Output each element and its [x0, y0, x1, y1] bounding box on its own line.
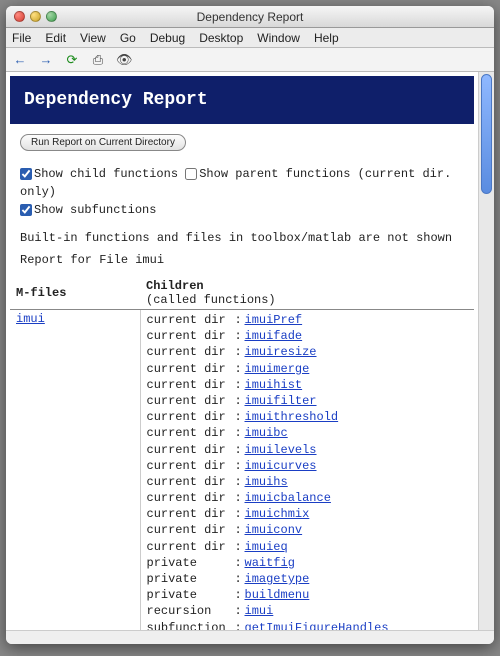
child-function-link[interactable]: imuicurves	[245, 459, 317, 473]
show-child-option[interactable]: Show child functions	[20, 167, 178, 181]
child-row: current dir:imuieq	[147, 539, 469, 555]
child-row: current dir:imuithreshold	[147, 409, 469, 425]
table-row: imui current dir:imuiPrefcurrent dir:imu…	[10, 310, 474, 631]
child-scope: current dir	[147, 361, 235, 377]
show-sub-checkbox[interactable]	[20, 204, 32, 216]
scrollbar-thumb[interactable]	[481, 74, 492, 194]
child-scope: current dir	[147, 393, 235, 409]
show-parent-checkbox[interactable]	[185, 168, 197, 180]
col-mfiles: M-files	[10, 277, 140, 310]
child-function-link[interactable]: imui	[245, 604, 274, 618]
child-function-link[interactable]: buildmenu	[245, 588, 310, 602]
child-scope: private	[147, 587, 235, 603]
menu-desktop[interactable]: Desktop	[199, 31, 243, 45]
menu-edit[interactable]: Edit	[45, 31, 66, 45]
menu-help[interactable]: Help	[314, 31, 339, 45]
child-row: current dir:imuihs	[147, 474, 469, 490]
content-area: Dependency Report Run Report on Current …	[6, 72, 478, 630]
report-for-text: Report for File imui	[6, 249, 478, 271]
find-icon[interactable]: 👁	[116, 52, 132, 68]
child-scope: current dir	[147, 409, 235, 425]
menu-go[interactable]: Go	[120, 31, 136, 45]
note-text: Built-in functions and files in toolbox/…	[6, 227, 478, 249]
statusbar	[6, 630, 494, 644]
child-row: private:buildmenu	[147, 587, 469, 603]
child-scope: current dir	[147, 425, 235, 441]
child-scope: recursion	[147, 603, 235, 619]
child-scope: current dir	[147, 328, 235, 344]
menu-view[interactable]: View	[80, 31, 106, 45]
child-scope: current dir	[147, 539, 235, 555]
page-title: Dependency Report	[10, 76, 474, 124]
child-function-link[interactable]: imuieq	[245, 540, 288, 554]
app-window: Dependency Report File Edit View Go Debu…	[6, 6, 494, 644]
child-row: current dir:imuiPref	[147, 312, 469, 328]
mfile-link[interactable]: imui	[16, 312, 45, 326]
child-row: private:imagetype	[147, 571, 469, 587]
child-scope: private	[147, 571, 235, 587]
child-scope: current dir	[147, 312, 235, 328]
child-function-link[interactable]: imuichmix	[245, 507, 310, 521]
child-function-link[interactable]: imuihs	[245, 475, 288, 489]
child-row: current dir:imuifilter	[147, 393, 469, 409]
child-function-link[interactable]: imuibc	[245, 426, 288, 440]
child-row: current dir:imuifade	[147, 328, 469, 344]
show-child-checkbox[interactable]	[20, 168, 32, 180]
dependency-table: M-files Children(called functions) imui …	[10, 277, 474, 630]
child-function-link[interactable]: imuifade	[245, 329, 303, 343]
print-icon[interactable]: ⎙	[90, 52, 106, 68]
children-cell: current dir:imuiPrefcurrent dir:imuifade…	[140, 310, 474, 631]
child-row: current dir:imuiconv	[147, 522, 469, 538]
child-scope: current dir	[147, 458, 235, 474]
scrollbar[interactable]	[478, 72, 494, 630]
child-row: recursion:imui	[147, 603, 469, 619]
child-scope: current dir	[147, 442, 235, 458]
child-row: current dir:imuihist	[147, 377, 469, 393]
child-function-link[interactable]: imuithreshold	[245, 410, 339, 424]
forward-icon[interactable]: →	[38, 52, 54, 67]
child-scope: current dir	[147, 522, 235, 538]
child-function-link[interactable]: imuifilter	[245, 394, 317, 408]
window-title: Dependency Report	[6, 10, 494, 24]
child-scope: current dir	[147, 377, 235, 393]
toolbar: ← → ⟳ ⎙ 👁	[6, 48, 494, 72]
child-row: current dir:imuicbalance	[147, 490, 469, 506]
child-row: current dir:imuiresize	[147, 344, 469, 360]
child-scope: private	[147, 555, 235, 571]
menubar: File Edit View Go Debug Desktop Window H…	[6, 28, 494, 48]
child-row: current dir:imuibc	[147, 425, 469, 441]
child-scope: current dir	[147, 474, 235, 490]
child-function-link[interactable]: imuicbalance	[245, 491, 331, 505]
child-function-link[interactable]: waitfig	[245, 556, 295, 570]
titlebar: Dependency Report	[6, 6, 494, 28]
child-function-link[interactable]: imuiconv	[245, 523, 303, 537]
options: Show child functions Show parent functio…	[6, 165, 478, 227]
menu-file[interactable]: File	[12, 31, 31, 45]
menu-window[interactable]: Window	[257, 31, 300, 45]
run-report-button[interactable]: Run Report on Current Directory	[20, 134, 186, 151]
child-row: current dir:imuilevels	[147, 442, 469, 458]
back-icon[interactable]: ←	[12, 52, 28, 67]
child-row: current dir:imuicurves	[147, 458, 469, 474]
child-function-link[interactable]: imuiPref	[245, 313, 303, 327]
child-scope: current dir	[147, 506, 235, 522]
child-row: subfunction:getImuiFigureHandles	[147, 620, 469, 630]
child-scope: current dir	[147, 344, 235, 360]
child-function-link[interactable]: imuiresize	[245, 345, 317, 359]
child-row: current dir:imuimerge	[147, 361, 469, 377]
child-scope: subfunction	[147, 620, 235, 630]
col-children: Children(called functions)	[140, 277, 474, 310]
child-function-link[interactable]: getImuiFigureHandles	[245, 621, 389, 630]
child-function-link[interactable]: imuimerge	[245, 362, 310, 376]
child-function-link[interactable]: imuilevels	[245, 443, 317, 457]
child-function-link[interactable]: imagetype	[245, 572, 310, 586]
menu-debug[interactable]: Debug	[150, 31, 185, 45]
child-row: private:waitfig	[147, 555, 469, 571]
refresh-icon[interactable]: ⟳	[64, 52, 80, 68]
child-function-link[interactable]: imuihist	[245, 378, 303, 392]
show-sub-option[interactable]: Show subfunctions	[20, 203, 156, 217]
child-row: current dir:imuichmix	[147, 506, 469, 522]
child-scope: current dir	[147, 490, 235, 506]
